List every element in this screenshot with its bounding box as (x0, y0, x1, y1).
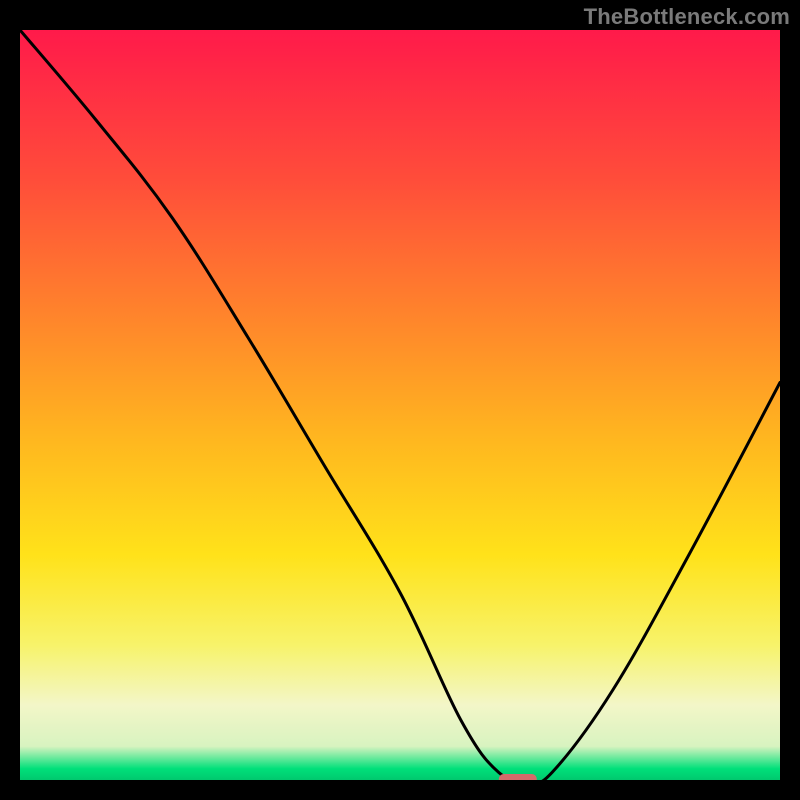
chart-plot-area (20, 30, 780, 780)
chart-svg (20, 30, 780, 780)
gradient-background (20, 30, 780, 780)
chart-frame: TheBottleneck.com (0, 0, 800, 800)
watermark-text: TheBottleneck.com (584, 4, 790, 30)
minimum-marker (499, 774, 537, 780)
